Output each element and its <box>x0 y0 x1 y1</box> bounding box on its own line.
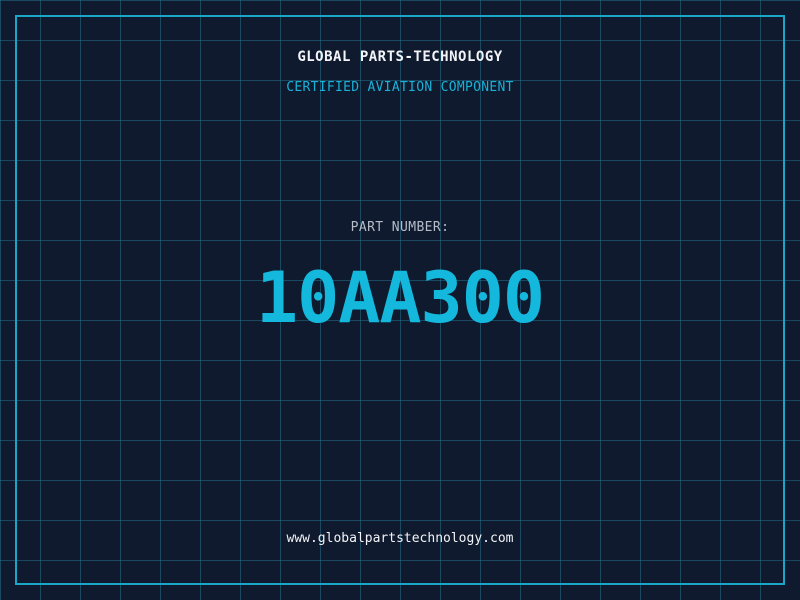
grid-background: GLOBAL PARTS-TECHNOLOGY CERTIFIED AVIATI… <box>0 0 800 600</box>
part-number-value: 10AA300 <box>255 257 545 339</box>
certification-subtitle: CERTIFIED AVIATION COMPONENT <box>286 80 514 95</box>
website-url: www.globalpartstechnology.com <box>286 531 514 546</box>
part-number-label: PART NUMBER: <box>350 220 450 235</box>
company-name: GLOBAL PARTS-TECHNOLOGY <box>297 49 503 65</box>
